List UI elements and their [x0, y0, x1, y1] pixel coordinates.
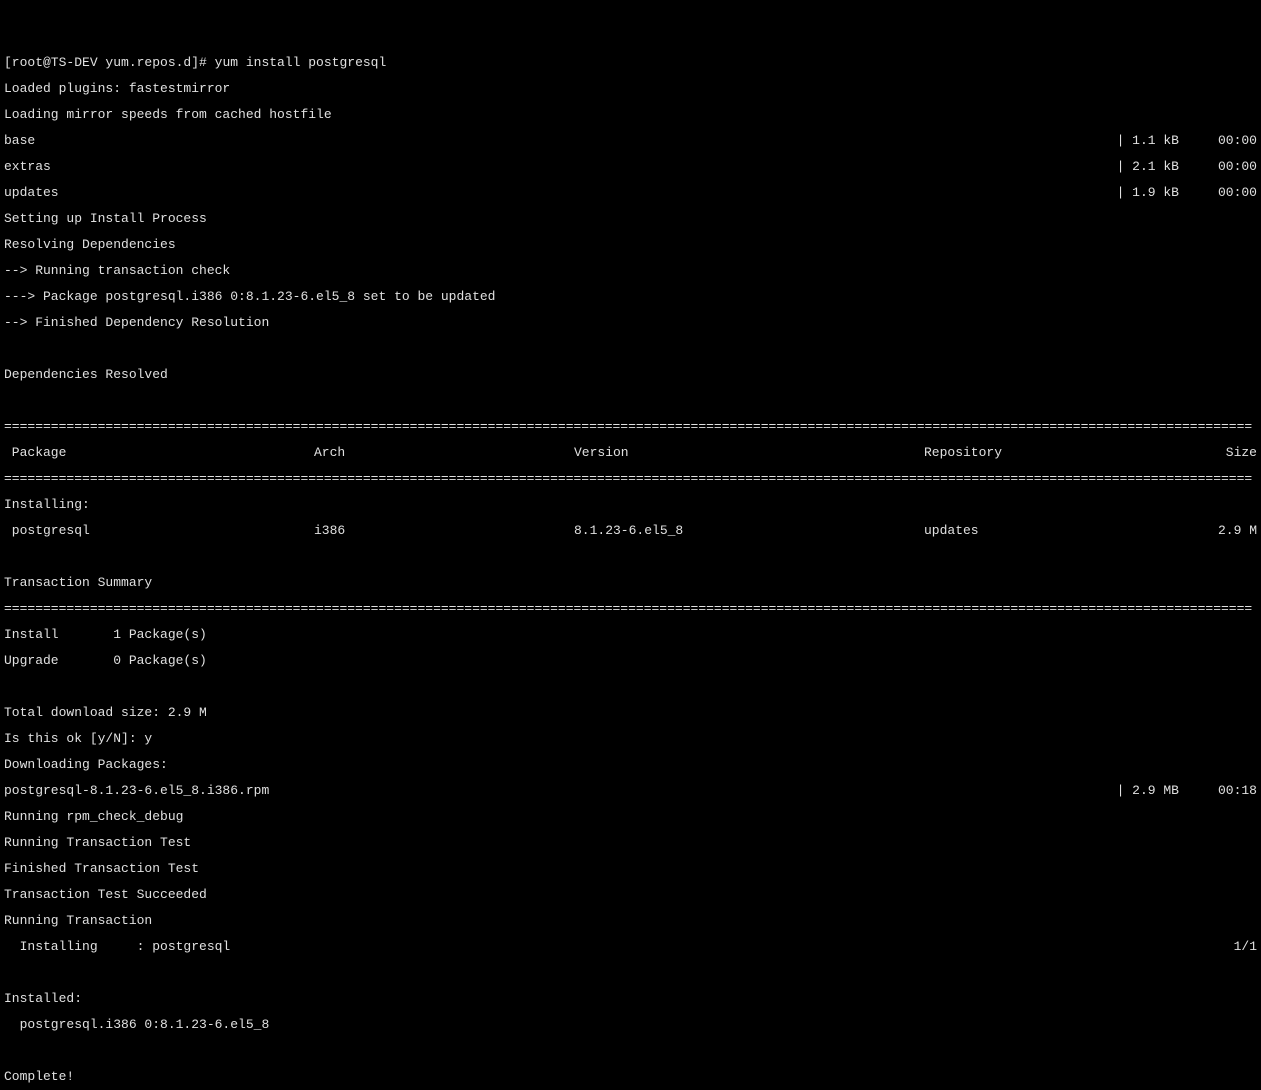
- rpm-stat: | 2.9 MB 00:18: [1117, 784, 1257, 797]
- installing-progress: Installing : postgresql 1/1: [4, 940, 1257, 953]
- total-download: Total download size: 2.9 M: [4, 706, 1257, 719]
- cell-size: 2.9 M: [1204, 524, 1257, 537]
- cell-package: postgresql: [4, 524, 314, 537]
- repo-stat: | 1.9 kB 00:00: [1117, 186, 1257, 199]
- prompt-line-1: [root@TS-DEV yum.repos.d]# yum install p…: [4, 56, 1257, 69]
- installed-package: postgresql.i386 0:8.1.23-6.el5_8: [4, 1018, 1257, 1031]
- install-count: Install 1 Package(s): [4, 628, 1257, 641]
- output-line: Running Transaction Test: [4, 836, 1257, 849]
- repo-name: base: [4, 134, 35, 147]
- blank-line: [4, 394, 1257, 407]
- blank-line: [4, 680, 1257, 693]
- download-row: postgresql-8.1.23-6.el5_8.i386.rpm | 2.9 …: [4, 784, 1257, 797]
- table-row: postgresql i386 8.1.23-6.el5_8 updates 2…: [4, 524, 1257, 537]
- output-line: Loading mirror speeds from cached hostfi…: [4, 108, 1257, 121]
- upgrade-count: Upgrade 0 Package(s): [4, 654, 1257, 667]
- tx-summary-header: Transaction Summary: [4, 576, 1257, 589]
- prompt-prefix: [root@TS-DEV yum.repos.d]#: [4, 55, 215, 70]
- output-line: Dependencies Resolved: [4, 368, 1257, 381]
- repo-stat: | 1.1 kB 00:00: [1117, 134, 1257, 147]
- installed-header: Installed:: [4, 992, 1257, 1005]
- output-line: Setting up Install Process: [4, 212, 1257, 225]
- col-version: Version: [574, 446, 924, 459]
- installing-text: Installing : postgresql: [4, 940, 230, 953]
- output-line: Loaded plugins: fastestmirror: [4, 82, 1257, 95]
- output-line: --> Running transaction check: [4, 264, 1257, 277]
- col-size: Size: [1204, 446, 1257, 459]
- output-line: --> Finished Dependency Resolution: [4, 316, 1257, 329]
- confirm-prompt[interactable]: Is this ok [y/N]: y: [4, 732, 1257, 745]
- table-header: Package Arch Version Repository Size: [4, 446, 1257, 459]
- output-line: Running Transaction: [4, 914, 1257, 927]
- repo-row-base: base | 1.1 kB 00:00: [4, 134, 1257, 147]
- cell-arch: i386: [314, 524, 574, 537]
- cell-version: 8.1.23-6.el5_8: [574, 524, 924, 537]
- output-line: Transaction Test Succeeded: [4, 888, 1257, 901]
- section-installing: Installing:: [4, 498, 1257, 511]
- repo-stat: | 2.1 kB 00:00: [1117, 160, 1257, 173]
- repo-row-updates: updates | 1.9 kB 00:00: [4, 186, 1257, 199]
- rpm-name: postgresql-8.1.23-6.el5_8.i386.rpm: [4, 784, 269, 797]
- col-arch: Arch: [314, 446, 574, 459]
- installing-count: 1/1: [1234, 940, 1257, 953]
- separator: ========================================…: [4, 472, 1257, 485]
- blank-line: [4, 1044, 1257, 1057]
- output-line: ---> Package postgresql.i386 0:8.1.23-6.…: [4, 290, 1257, 303]
- col-repository: Repository: [924, 446, 1204, 459]
- blank-line: [4, 966, 1257, 979]
- separator: ========================================…: [4, 420, 1257, 433]
- cell-repo: updates: [924, 524, 1204, 537]
- complete-line: Complete!: [4, 1070, 1257, 1083]
- blank-line: [4, 550, 1257, 563]
- col-package: Package: [4, 446, 314, 459]
- blank-line: [4, 342, 1257, 355]
- output-line: Finished Transaction Test: [4, 862, 1257, 875]
- repo-row-extras: extras | 2.1 kB 00:00: [4, 160, 1257, 173]
- downloading-header: Downloading Packages:: [4, 758, 1257, 771]
- repo-name: extras: [4, 160, 51, 173]
- command-text: yum install postgresql: [215, 55, 387, 70]
- repo-name: updates: [4, 186, 59, 199]
- output-line: Resolving Dependencies: [4, 238, 1257, 251]
- output-line: Running rpm_check_debug: [4, 810, 1257, 823]
- separator: ========================================…: [4, 602, 1257, 615]
